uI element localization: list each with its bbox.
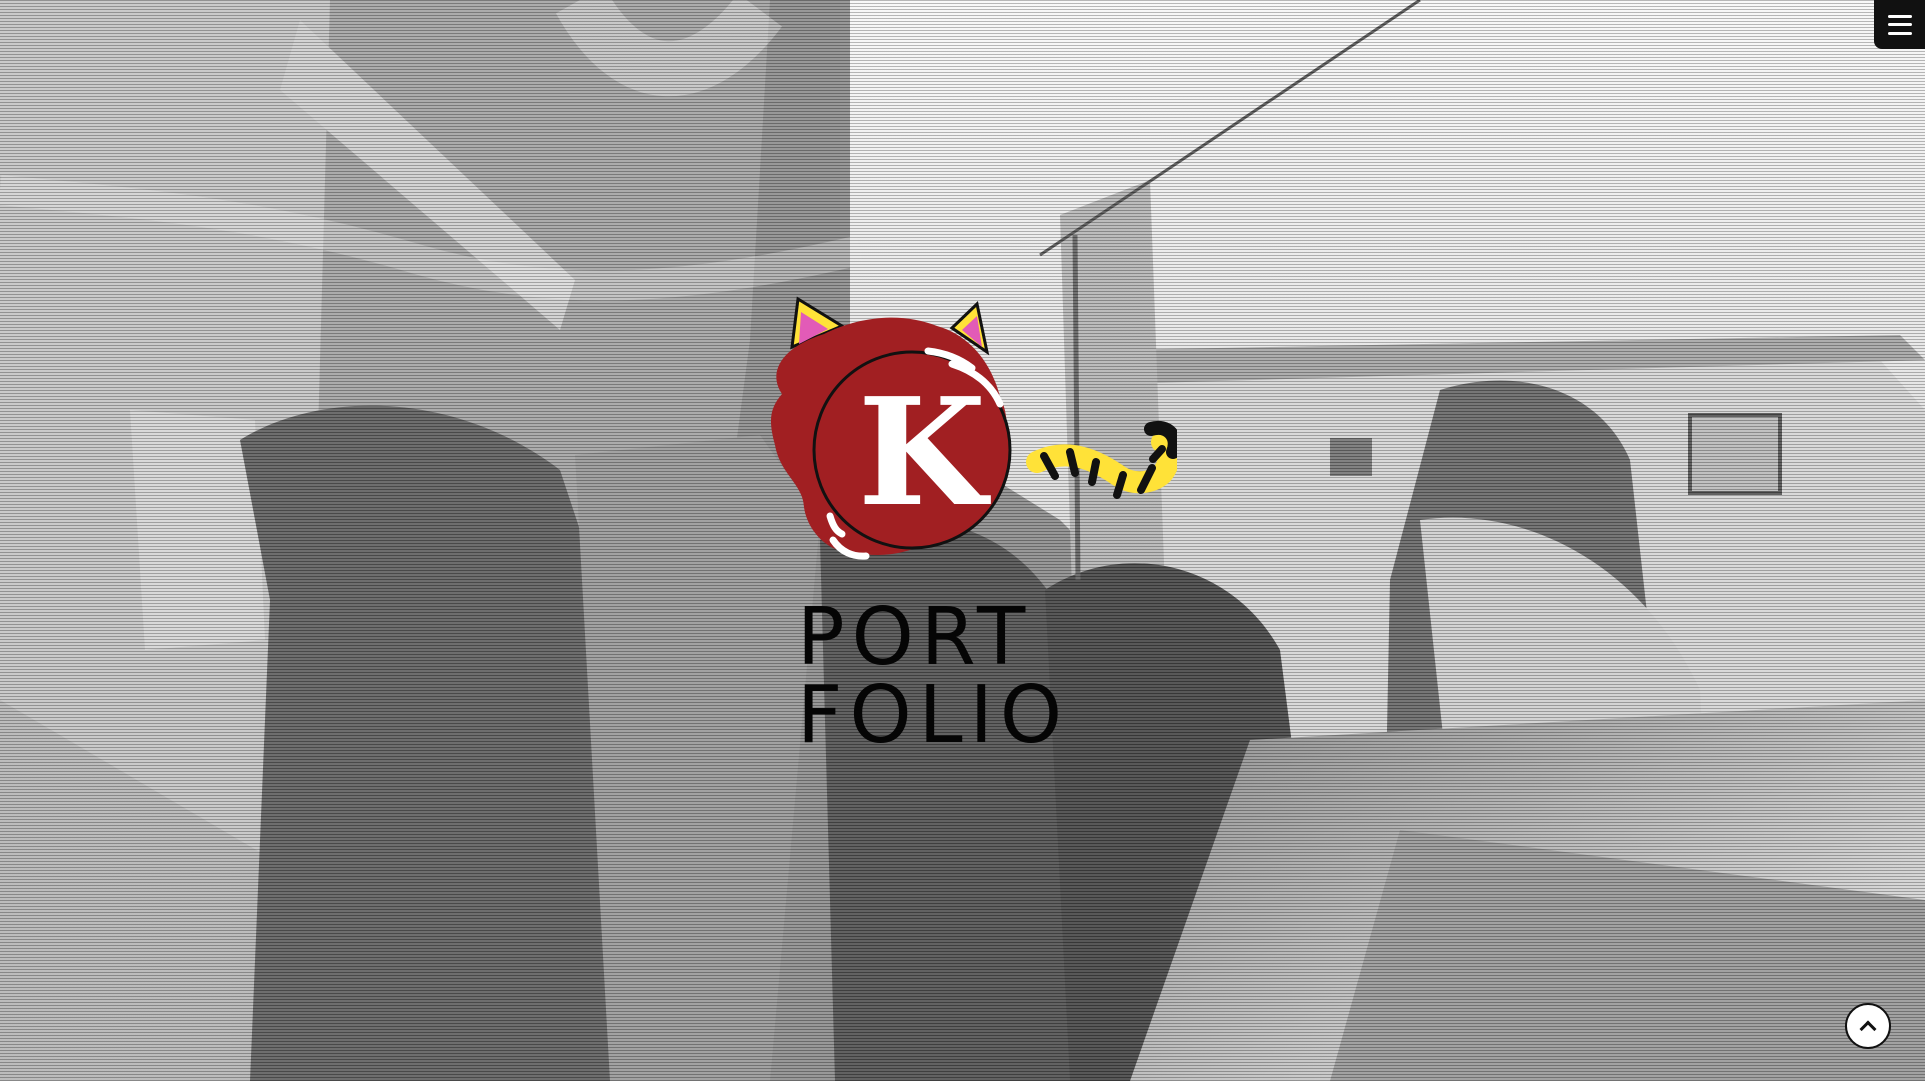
portfolio-title-line-1: PORT <box>797 591 1033 683</box>
hero-background: K PORT FOLIO <box>0 0 1925 1081</box>
menu-line-top <box>1887 14 1912 18</box>
menu-line-bottom <box>1887 31 1912 35</box>
portfolio-title-line-2: FOLIO <box>797 669 1070 762</box>
scroll-to-top-button[interactable] <box>1845 1003 1891 1049</box>
brand-logo: K <box>742 292 1177 600</box>
menu-button[interactable] <box>1874 0 1925 49</box>
portfolio-title: PORT FOLIO <box>797 591 1087 762</box>
hamburger-menu-icon <box>1887 14 1912 35</box>
seal-letter-k: K <box>857 365 987 539</box>
menu-line-middle <box>1887 23 1912 26</box>
chevron-up-icon <box>1859 1020 1877 1037</box>
